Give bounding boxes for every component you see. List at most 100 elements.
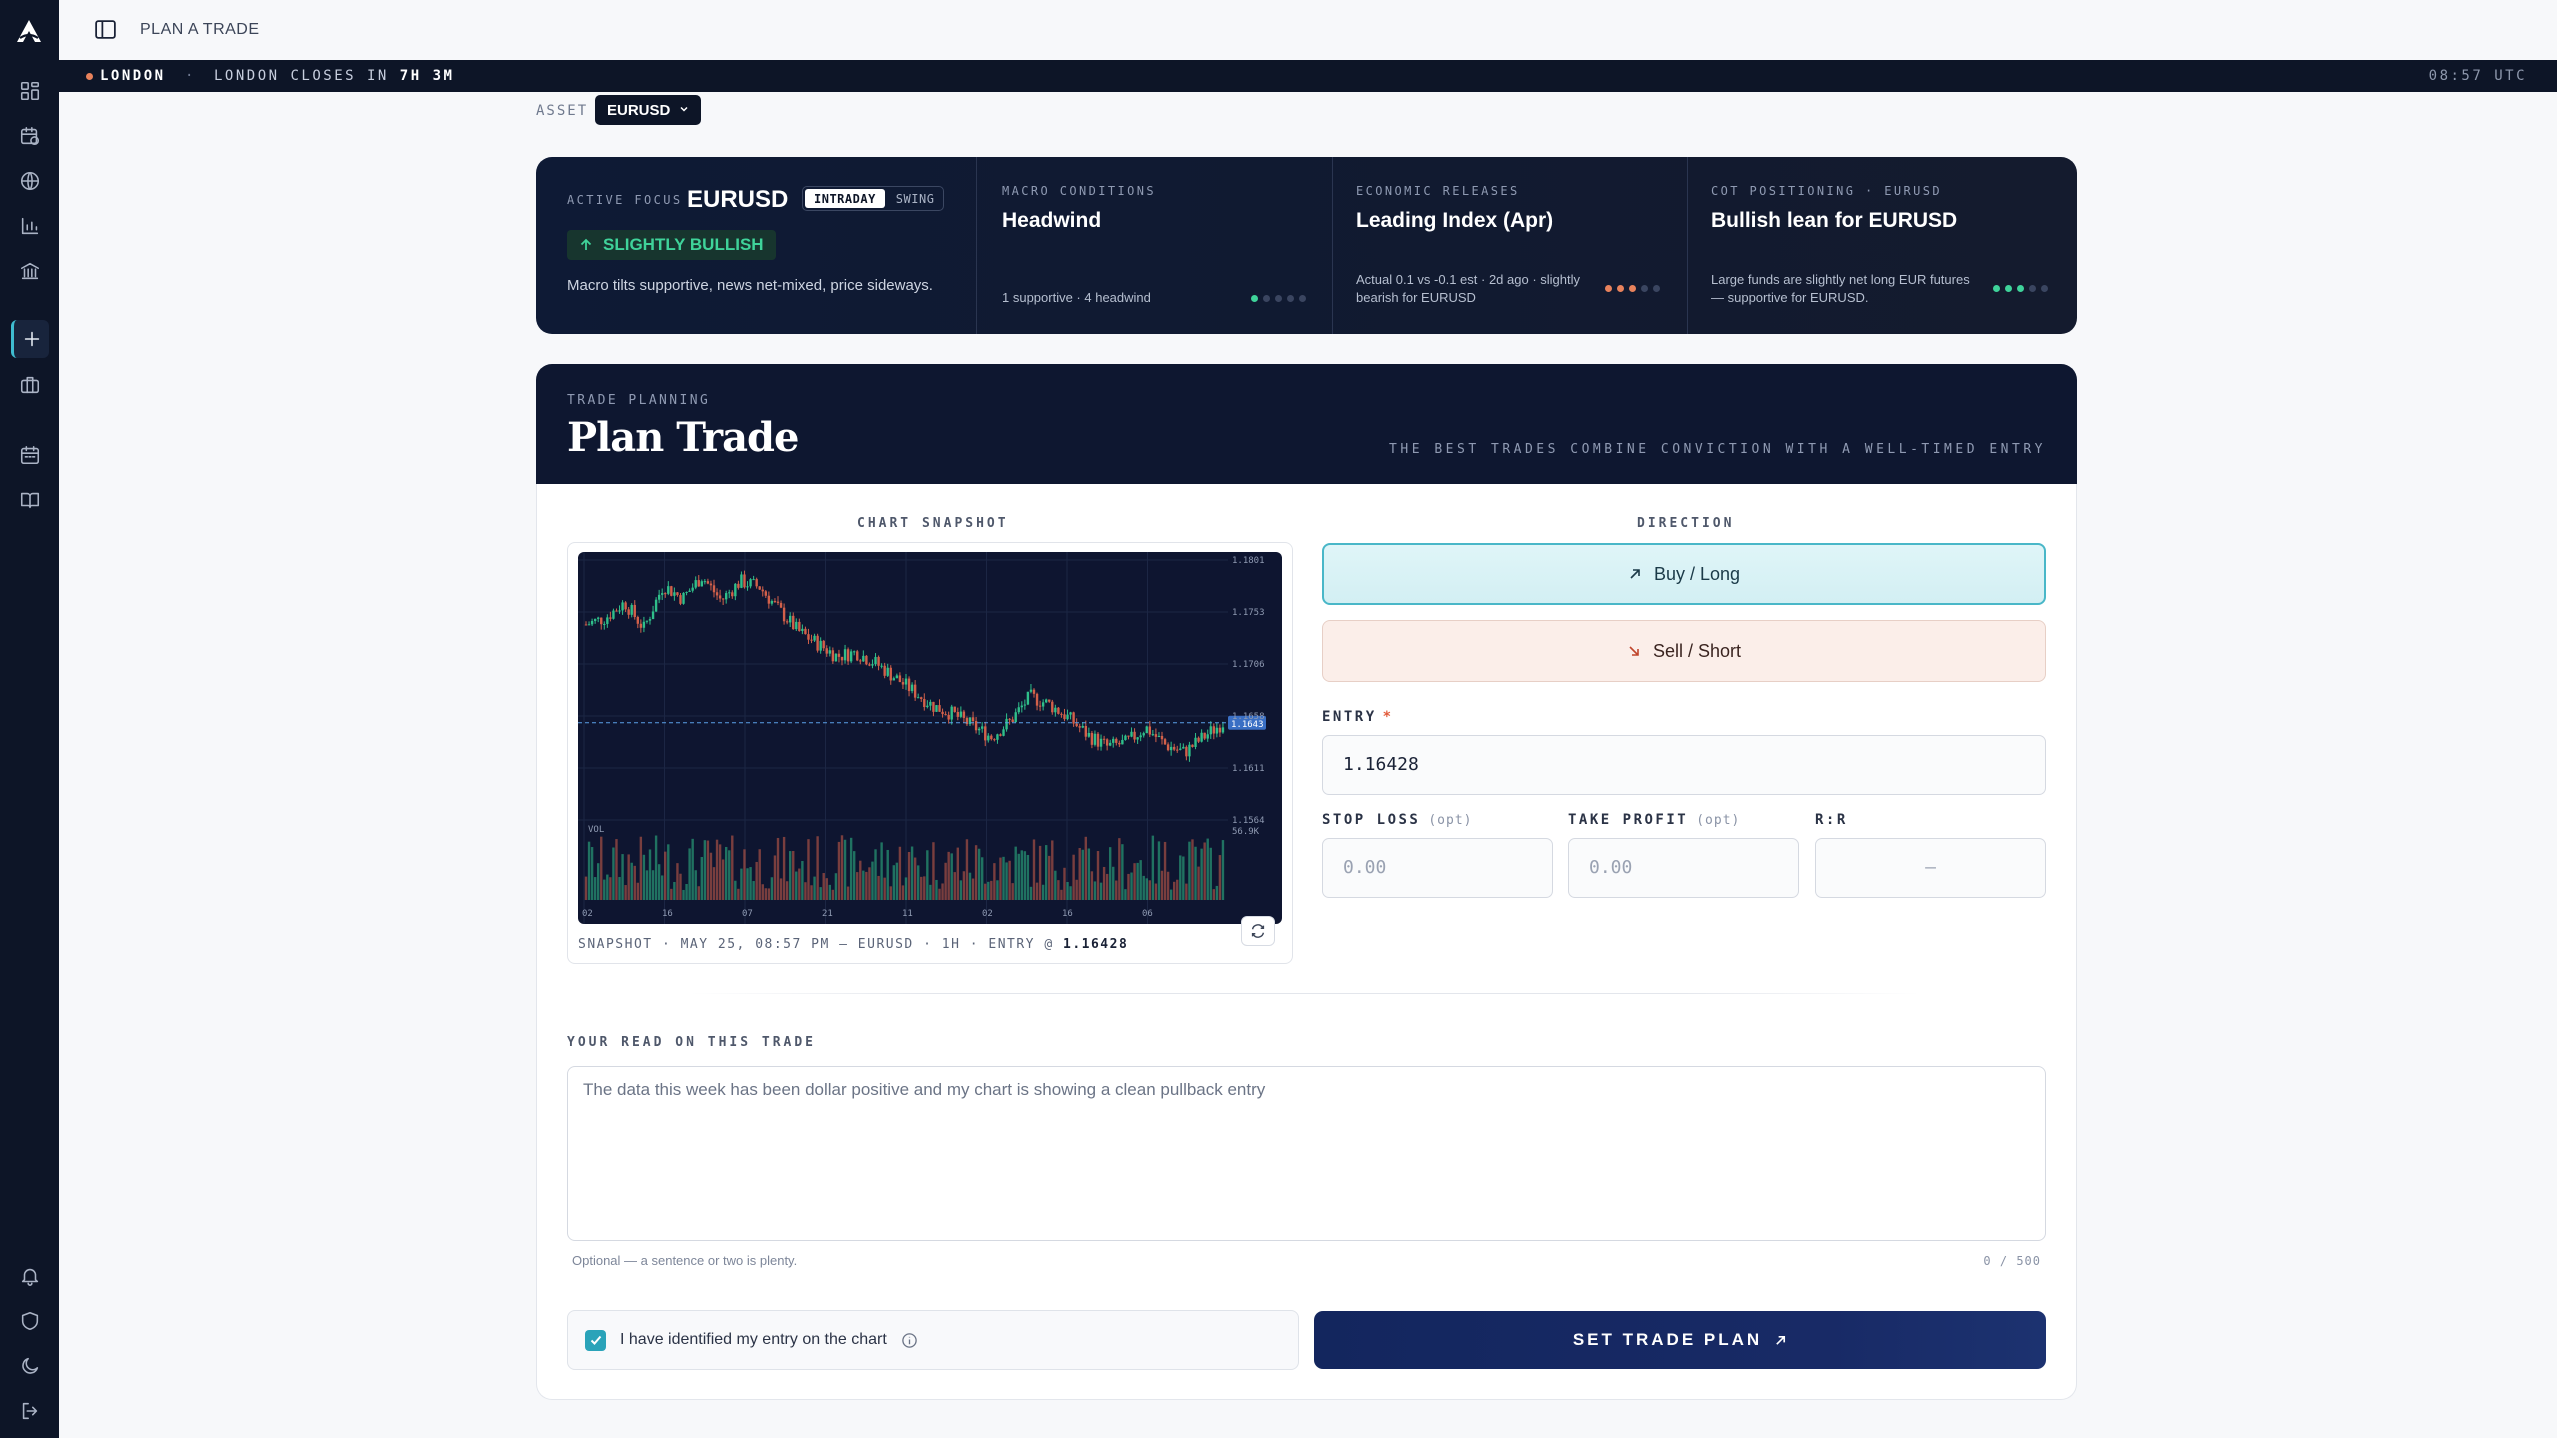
economic-panel[interactable]: ECONOMIC RELEASES Leading Index (Apr) Ac…	[1356, 157, 1666, 334]
volume-bar	[883, 877, 886, 900]
logout-icon[interactable]	[15, 1396, 44, 1425]
volume-bar	[1093, 881, 1097, 900]
candle-body	[694, 580, 697, 588]
candle-body	[706, 581, 710, 584]
volume-bar	[1188, 841, 1191, 900]
volume-bar	[959, 880, 963, 900]
stop-loss-input[interactable]: 0.00	[1322, 838, 1553, 898]
bar-chart-icon[interactable]	[15, 211, 44, 240]
cot-kicker: COT POSITIONING · EURUSD	[1711, 184, 1942, 198]
cot-panel[interactable]: COT POSITIONING · EURUSD Bullish lean fo…	[1711, 157, 2051, 334]
mode-swing[interactable]: SWING	[887, 187, 944, 210]
volume-label: VOL	[588, 825, 604, 835]
volume-bar	[865, 871, 868, 900]
shield-icon[interactable]	[15, 1306, 44, 1335]
candle-body	[874, 656, 877, 665]
volume-bar	[785, 881, 789, 900]
volume-bar	[1215, 885, 1219, 900]
candle-body	[1160, 735, 1164, 740]
take-profit-input[interactable]: 0.00	[1568, 838, 1799, 898]
candle-body	[1197, 737, 1200, 742]
volume-bar	[795, 871, 798, 900]
volume-bar	[761, 884, 764, 900]
session-city: LONDON	[100, 68, 166, 84]
volume-bar	[910, 846, 914, 900]
candle-body	[624, 602, 627, 610]
candle-body	[904, 678, 908, 685]
macro-panel[interactable]: MACRO CONDITIONS Headwind 1 supportive ·…	[1002, 157, 1312, 334]
candle-body	[852, 651, 856, 653]
volume-bar	[1044, 845, 1048, 900]
candle-body	[1154, 734, 1158, 737]
snapshot-caption: SNAPSHOT · MAY 25, 08:57 PM — EURUSD · 1…	[578, 937, 1129, 952]
volume-bar	[871, 861, 874, 900]
moon-icon[interactable]	[15, 1351, 44, 1380]
candle-body	[1057, 707, 1060, 714]
chart-snapshot[interactable]: 1.1643 1.1801 1.1753 1.1706 1.1658 1.1611 1.15…	[578, 552, 1282, 924]
volume-bar	[1191, 839, 1194, 900]
session-clock: 08:57 UTC	[2428, 68, 2527, 84]
volume-bar	[929, 884, 932, 900]
volume-bar	[718, 844, 722, 900]
candle-body	[788, 615, 792, 623]
candle-body	[913, 684, 917, 698]
y-tick-label: 1.1564	[1232, 816, 1265, 826]
candle-body	[1163, 739, 1167, 745]
volume-bar	[907, 852, 911, 900]
asset-select[interactable]: EURUSD	[595, 95, 701, 125]
candle-body	[1179, 748, 1182, 750]
calendar-clock-icon[interactable]	[15, 121, 44, 150]
bank-icon[interactable]	[15, 256, 44, 285]
candle-body	[1188, 744, 1191, 757]
volume-bar	[889, 886, 892, 900]
status-dot	[1617, 285, 1624, 292]
candle-body	[697, 580, 700, 587]
calendar-icon[interactable]	[15, 440, 44, 469]
volume-bar	[788, 851, 792, 900]
briefcase-icon[interactable]	[15, 370, 44, 399]
candle-body	[627, 609, 630, 615]
volume-bar	[868, 867, 871, 900]
section-divider	[690, 993, 1920, 994]
candle-body	[807, 634, 810, 640]
volume-bar	[798, 868, 801, 900]
top-bar: PLAN A TRADE	[59, 0, 2557, 60]
economic-title: Leading Index (Apr)	[1356, 209, 1554, 232]
candle-body	[1017, 707, 1020, 713]
entry-confirm-checkbox[interactable]	[585, 1329, 606, 1351]
stop-loss-label: STOP LOSS (opt)	[1322, 812, 1473, 828]
read-textarea[interactable]: The data this week has been dollar posit…	[567, 1066, 2046, 1241]
sidebar-toggle-icon[interactable]	[93, 17, 118, 42]
volume-bar	[1048, 855, 1051, 900]
volume-bar	[752, 881, 755, 900]
info-icon[interactable]	[901, 1332, 918, 1349]
dashboard-icon[interactable]	[15, 76, 44, 105]
candle-body	[1072, 712, 1075, 724]
buy-long-button[interactable]: Buy / Long	[1322, 543, 2046, 605]
volume-bar	[636, 882, 640, 900]
app-logo[interactable]	[11, 14, 47, 50]
chart-snapshot-label: CHART SNAPSHOT	[857, 516, 1009, 531]
globe-icon[interactable]	[15, 166, 44, 195]
candle-body	[795, 621, 798, 630]
volume-bar	[1166, 871, 1170, 900]
candle-body	[642, 621, 646, 628]
candle-body	[895, 675, 899, 679]
candle-body	[636, 616, 640, 624]
plan-trade-icon[interactable]	[11, 320, 49, 358]
volume-bar	[642, 854, 646, 900]
mode-intraday[interactable]: INTRADAY	[805, 189, 885, 208]
bell-icon[interactable]	[15, 1261, 44, 1290]
candle-body	[600, 617, 603, 625]
status-dot	[2005, 285, 2012, 292]
set-trade-plan-button[interactable]: SET TRADE PLAN	[1314, 1311, 2046, 1369]
candle-body	[667, 586, 670, 594]
volume-bar	[886, 849, 889, 900]
entry-input[interactable]: 1.16428	[1322, 735, 2046, 795]
volume-bar	[682, 889, 685, 900]
book-icon[interactable]	[15, 485, 44, 514]
sell-short-button[interactable]: Sell / Short	[1322, 620, 2046, 682]
refresh-snapshot-button[interactable]	[1241, 916, 1275, 946]
volume-bar	[1014, 846, 1017, 900]
entry-confirm-row[interactable]: I have identified my entry on the chart	[567, 1310, 1299, 1370]
